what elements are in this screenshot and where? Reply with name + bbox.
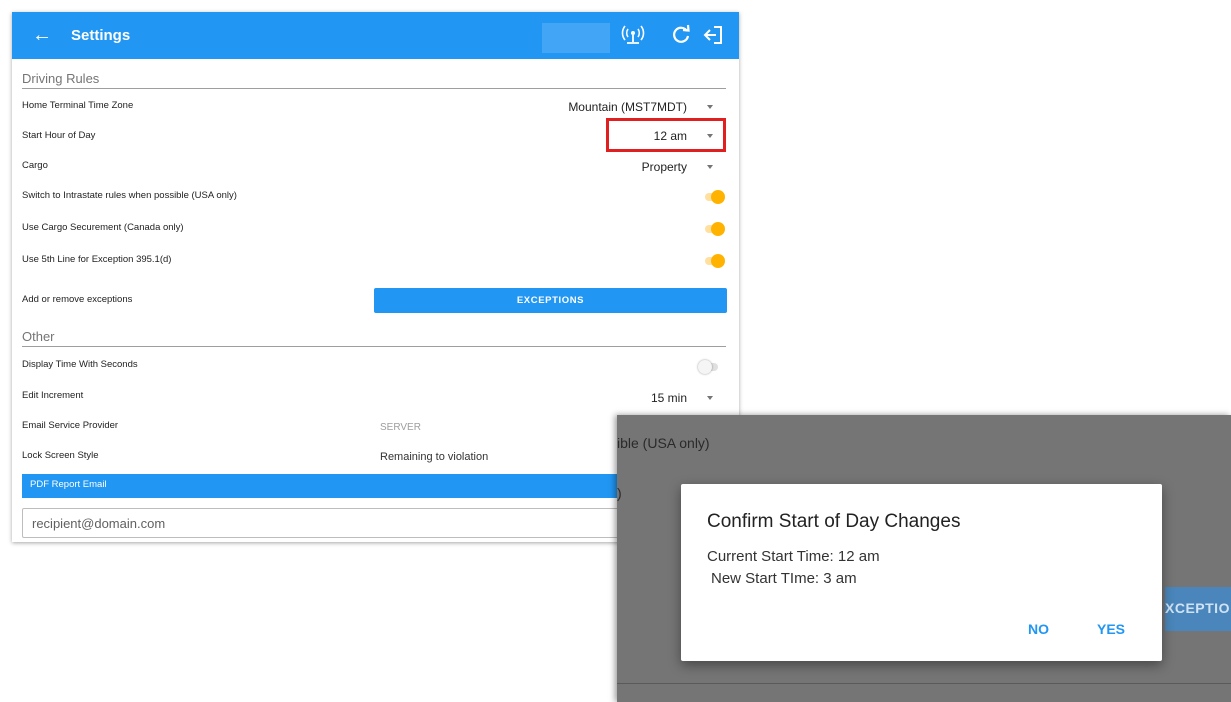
- home-terminal-label: Home Terminal Time Zone: [22, 100, 134, 111]
- fifth-line-label: Use 5th Line for Exception 395.1(d): [22, 254, 172, 265]
- fifth-line-toggle[interactable]: [703, 254, 725, 268]
- no-button[interactable]: NO: [1028, 621, 1049, 637]
- cargo-select[interactable]: Property: [642, 160, 687, 174]
- background-button-label: XCEPTIO: [1165, 600, 1230, 616]
- edit-increment-label: Edit Increment: [22, 390, 84, 401]
- cargo-securement-toggle[interactable]: [703, 222, 725, 236]
- email-provider-value[interactable]: SERVER: [380, 422, 421, 433]
- highlight-box: [606, 118, 726, 152]
- section-driving-rules: Driving Rules: [22, 71, 726, 89]
- intrastate-toggle[interactable]: [703, 190, 725, 204]
- lock-screen-select[interactable]: Remaining to violation: [380, 451, 488, 463]
- section-other: Other: [22, 329, 726, 347]
- edit-increment-select[interactable]: 15 min: [651, 391, 687, 405]
- home-terminal-select[interactable]: Mountain (MST7MDT): [568, 100, 687, 114]
- cargo-label: Cargo: [22, 160, 48, 171]
- email-provider-label: Email Service Provider: [22, 420, 119, 431]
- background-text: ): [617, 485, 622, 501]
- display-seconds-toggle[interactable]: [698, 360, 720, 374]
- confirm-dialog: Confirm Start of Day Changes Current Sta…: [681, 484, 1162, 661]
- dialog-new-time: New Start TIme: 3 am: [711, 570, 857, 587]
- exceptions-label: Add or remove exceptions: [22, 294, 133, 305]
- dialog-overlay: ible (USA only) ) XCEPTIO Confirm Start …: [617, 415, 1231, 702]
- page-title: Settings: [71, 27, 131, 44]
- chevron-down-icon: [707, 165, 713, 169]
- yes-button[interactable]: YES: [1097, 621, 1125, 637]
- chevron-down-icon: [707, 396, 713, 400]
- background-text: ible (USA only): [617, 435, 710, 451]
- app-bar: ← Settings: [12, 12, 739, 59]
- refresh-icon[interactable]: [668, 22, 694, 48]
- arrow-left-icon[interactable]: ←: [32, 23, 52, 47]
- dialog-title: Confirm Start of Day Changes: [707, 511, 961, 532]
- app-bar-placeholder: [542, 23, 610, 53]
- exceptions-button[interactable]: EXCEPTIONS: [374, 288, 727, 313]
- dialog-current-time: Current Start Time: 12 am: [707, 548, 880, 565]
- divider: [617, 683, 1231, 684]
- antenna-icon[interactable]: [620, 22, 646, 48]
- background-exceptions-button: XCEPTIO: [1165, 587, 1231, 631]
- display-seconds-label: Display Time With Seconds: [22, 359, 138, 370]
- lock-screen-label: Lock Screen Style: [22, 450, 99, 461]
- pdf-email-placeholder: recipient@domain.com: [32, 516, 166, 531]
- intrastate-label: Switch to Intrastate rules when possible…: [22, 190, 237, 201]
- cargo-securement-label: Use Cargo Securement (Canada only): [22, 222, 184, 233]
- logout-icon[interactable]: [701, 22, 727, 48]
- chevron-down-icon: [707, 105, 713, 109]
- pdf-report-email-label: PDF Report Email: [30, 479, 107, 490]
- start-hour-label: Start Hour of Day: [22, 130, 96, 141]
